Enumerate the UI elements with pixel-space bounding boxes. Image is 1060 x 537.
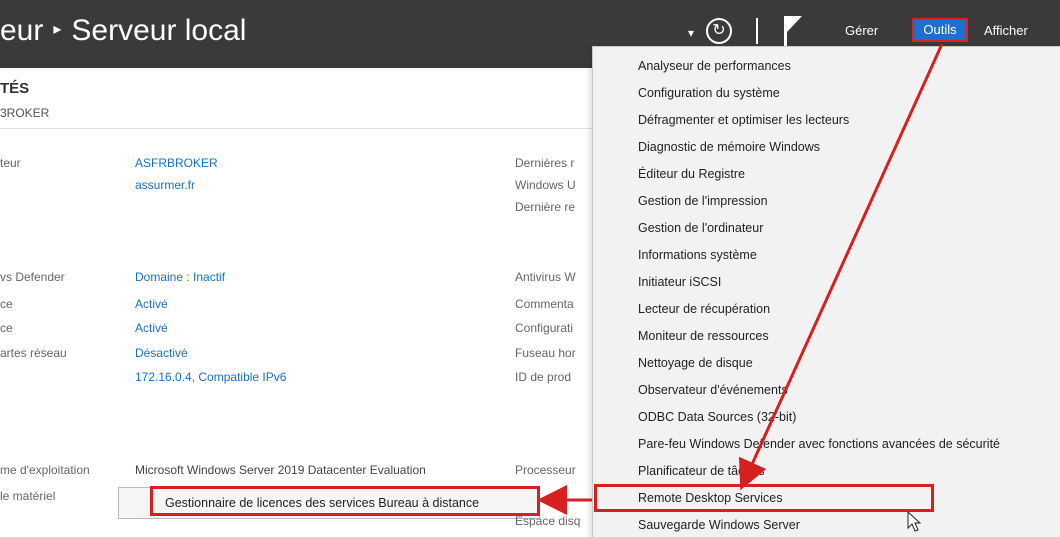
computer-name-value[interactable]: ASFRBROKER bbox=[135, 156, 218, 170]
remote-management-label: ce bbox=[0, 297, 13, 311]
remote-desktop-label: ce bbox=[0, 321, 13, 335]
right-label-6: Configurati bbox=[515, 321, 574, 335]
menu-item-pare-feu[interactable]: Pare-feu Windows Defender avec fonctions… bbox=[638, 437, 1000, 451]
toolbar-divider bbox=[756, 18, 758, 44]
right-label-4: Antivirus W bbox=[515, 270, 576, 284]
domain-value[interactable]: assurmer.fr bbox=[135, 178, 195, 192]
menu-item-analyseur[interactable]: Analyseur de performances bbox=[638, 59, 791, 73]
submenu-licensing-manager[interactable]: Gestionnaire de licences des services Bu… bbox=[150, 486, 540, 516]
right-label-5: Commenta bbox=[515, 297, 574, 311]
menu-item-moniteur-ressources[interactable]: Moniteur de ressources bbox=[638, 329, 769, 343]
remote-desktop-services-highlight bbox=[594, 484, 934, 512]
os-value: Microsoft Windows Server 2019 Datacenter… bbox=[135, 463, 426, 477]
menu-item-nettoyage-disque[interactable]: Nettoyage de disque bbox=[638, 356, 753, 370]
tools-dropdown-menu: Analyseur de performances Configuration … bbox=[592, 46, 1060, 537]
menu-item-configuration[interactable]: Configuration du système bbox=[638, 86, 780, 100]
properties-server-name: 3ROKER bbox=[0, 106, 50, 120]
remote-desktop-value[interactable]: Activé bbox=[135, 321, 168, 335]
right-label-3: Dernière re bbox=[515, 200, 576, 214]
ethernet-value[interactable]: 172.16.0.4, Compatible IPv6 bbox=[135, 370, 286, 384]
menu-item-sauvegarde[interactable]: Sauvegarde Windows Server bbox=[638, 518, 800, 532]
menu-item-diagnostic-memoire[interactable]: Diagnostic de mémoire Windows bbox=[638, 140, 820, 154]
right-label-10: Espace disq bbox=[515, 514, 581, 528]
nic-teaming-value[interactable]: Désactivé bbox=[135, 346, 188, 360]
menu-item-planificateur[interactable]: Planificateur de tâches bbox=[638, 464, 764, 478]
menu-item-gestion-ordinateur[interactable]: Gestion de l'ordinateur bbox=[638, 221, 763, 235]
submenu-licensing-manager-label: Gestionnaire de licences des services Bu… bbox=[165, 496, 480, 510]
menu-item-odbc[interactable]: ODBC Data Sources (32-bit) bbox=[638, 410, 796, 424]
right-label-9: Processeur bbox=[515, 463, 576, 477]
menu-item-lecteur-recuperation[interactable]: Lecteur de récupération bbox=[638, 302, 770, 316]
computer-name-label: teur bbox=[0, 156, 21, 170]
right-label-7: Fuseau hor bbox=[515, 346, 576, 360]
menu-item-editeur-registre[interactable]: Éditeur du Registre bbox=[638, 167, 745, 181]
menu-item-defragmenter[interactable]: Défragmenter et optimiser les lecteurs bbox=[638, 113, 849, 127]
dropdown-arrow-icon[interactable]: ▾ bbox=[688, 26, 694, 40]
menu-afficher[interactable]: Afficher bbox=[984, 23, 1028, 38]
menu-item-informations-systeme[interactable]: Informations système bbox=[638, 248, 757, 262]
menu-item-gestion-impression[interactable]: Gestion de l'impression bbox=[638, 194, 768, 208]
properties-title: TÉS bbox=[0, 80, 30, 97]
menu-item-observateur-evenements[interactable]: Observateur d'événements bbox=[638, 383, 788, 397]
remote-management-value[interactable]: Activé bbox=[135, 297, 168, 311]
firewall-value[interactable]: Domaine : Inactif bbox=[135, 270, 225, 284]
notifications-flag-icon[interactable] bbox=[782, 14, 804, 48]
menu-outils[interactable]: Outils bbox=[912, 18, 968, 42]
right-label-2: Windows U bbox=[515, 178, 576, 192]
right-label-1: Dernières r bbox=[515, 156, 575, 170]
firewall-label: vs Defender bbox=[0, 270, 65, 284]
right-label-8: ID de prod bbox=[515, 370, 572, 384]
breadcrumb: eur ▸ Serveur local bbox=[0, 14, 246, 48]
breadcrumb-separator-icon: ▸ bbox=[53, 21, 62, 39]
breadcrumb-current: Serveur local bbox=[71, 14, 247, 47]
refresh-icon[interactable]: ↻ bbox=[706, 18, 732, 44]
menu-item-initiateur-iscsi[interactable]: Initiateur iSCSI bbox=[638, 275, 721, 289]
os-label: me d'exploitation bbox=[0, 463, 90, 477]
hardware-label: le matériel bbox=[0, 489, 56, 503]
nic-teaming-label: artes réseau bbox=[0, 346, 67, 360]
menu-gerer[interactable]: Gérer bbox=[845, 23, 878, 38]
divider bbox=[0, 128, 600, 129]
breadcrumb-parent[interactable]: eur bbox=[0, 14, 43, 47]
